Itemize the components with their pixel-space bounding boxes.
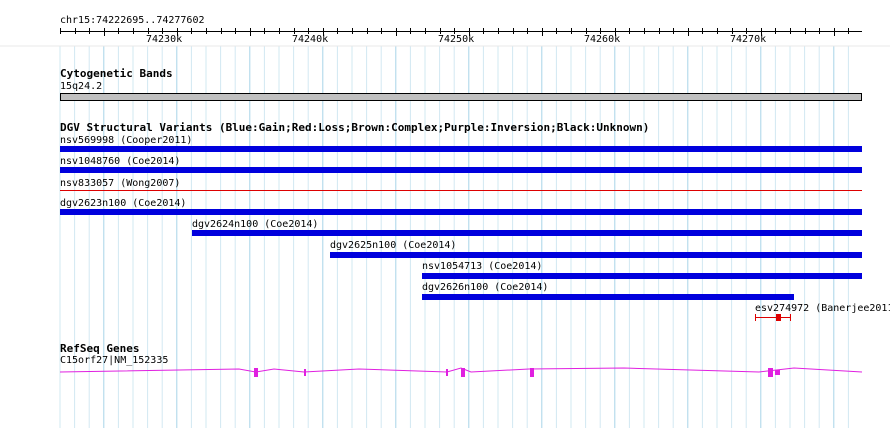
ruler-minor-tick bbox=[279, 28, 280, 34]
dgv-loss-feature[interactable] bbox=[755, 313, 791, 321]
dgv-feature-bar[interactable] bbox=[60, 167, 862, 173]
gene-exon bbox=[775, 370, 780, 375]
ruler-minor-tick bbox=[717, 28, 718, 34]
ruler-minor-tick bbox=[206, 28, 207, 34]
ruler-tick-74230k: 74230k bbox=[146, 34, 183, 45]
gene-exon bbox=[768, 368, 773, 377]
ruler-minor-tick bbox=[118, 28, 120, 34]
loss-feature-block bbox=[776, 314, 781, 321]
ruler-track[interactable]: 74230k 74240k 74250k 74260k 74270k bbox=[60, 28, 862, 45]
dgv-feature-bar[interactable] bbox=[422, 294, 794, 300]
ruler-minor-tick bbox=[74, 28, 76, 34]
dgv-feature-bar[interactable] bbox=[60, 146, 862, 152]
ruler-minor-tick bbox=[483, 28, 485, 34]
dgv-feature-bar[interactable] bbox=[330, 252, 862, 258]
ruler-tick-74240k: 74240k bbox=[292, 34, 329, 45]
ruler-minor-tick bbox=[804, 28, 806, 34]
ruler-tick-74270k: 74270k bbox=[730, 34, 767, 45]
loss-feature-cap-end bbox=[790, 314, 791, 321]
ruler-minor-tick bbox=[60, 28, 61, 34]
ruler-minor-tick bbox=[527, 28, 529, 34]
ruler-minor-tick bbox=[235, 28, 237, 34]
dgv-feature-label: dgv2626n100 (Coe2014) bbox=[422, 282, 549, 293]
ruler-minor-tick bbox=[410, 28, 412, 34]
dgv-track-title: DGV Structural Variants (Blue:Gain;Red:L… bbox=[60, 121, 650, 134]
cytoband-track-title: Cytogenetic Bands bbox=[60, 67, 173, 80]
ruler-minor-tick bbox=[658, 28, 660, 34]
ruler-minor-tick bbox=[673, 28, 675, 34]
ruler-minor-tick bbox=[337, 28, 339, 34]
dgv-feature-bar[interactable] bbox=[422, 273, 862, 279]
dgv-feature-bar[interactable] bbox=[60, 209, 862, 215]
ruler-minor-tick bbox=[541, 28, 543, 36]
genome-browser-view: chr15:74222695..74277602 74230k 74240k 7… bbox=[0, 0, 890, 428]
ruler-minor-tick bbox=[381, 28, 383, 34]
gene-exon bbox=[530, 368, 534, 377]
ruler-minor-tick bbox=[395, 28, 397, 36]
ruler-tick-74260k: 74260k bbox=[584, 34, 621, 45]
refseq-gene-model[interactable] bbox=[59, 366, 863, 380]
ruler-minor-tick bbox=[498, 28, 499, 34]
ruler-minor-tick bbox=[775, 28, 777, 34]
ruler-minor-tick bbox=[629, 28, 631, 34]
dgv-feature-label: nsv833057 (Wong2007) bbox=[60, 178, 181, 189]
ruler-minor-tick bbox=[249, 28, 251, 36]
ruler-minor-tick bbox=[702, 28, 704, 34]
ruler-minor-tick bbox=[220, 28, 222, 34]
dgv-feature-label: dgv2625n100 (Coe2014) bbox=[330, 240, 457, 251]
ruler-minor-tick bbox=[133, 28, 134, 34]
ruler-minor-tick bbox=[264, 28, 266, 34]
loss-feature-cap-start bbox=[755, 314, 756, 321]
ruler-minor-tick bbox=[103, 28, 105, 36]
ruler-minor-tick bbox=[571, 28, 572, 34]
dgv-feature-label: nsv1054713 (Coe2014) bbox=[422, 261, 543, 272]
ruler-line bbox=[60, 31, 862, 32]
ruler-tick-74250k: 74250k bbox=[438, 34, 475, 45]
ruler-minor-tick bbox=[425, 28, 426, 34]
dgv-feature-bar[interactable] bbox=[192, 230, 862, 236]
ruler-minor-tick bbox=[366, 28, 368, 34]
gene-exon bbox=[254, 368, 258, 377]
dgv-feature-bar[interactable] bbox=[60, 190, 862, 191]
ruler-minor-tick bbox=[89, 28, 91, 34]
ruler-minor-tick bbox=[512, 28, 514, 34]
location-label: chr15:74222695..74277602 bbox=[60, 15, 205, 26]
ruler-minor-tick bbox=[644, 28, 645, 34]
ruler-minor-tick bbox=[352, 28, 353, 34]
loss-feature-line bbox=[755, 317, 791, 318]
ruler-minor-tick bbox=[790, 28, 791, 34]
cytoband-label: 15q24.2 bbox=[60, 81, 103, 92]
cytoband-bar[interactable] bbox=[60, 93, 862, 101]
refseq-track-title: RefSeq Genes bbox=[60, 342, 140, 355]
gene-exon bbox=[446, 369, 448, 376]
ruler-minor-tick bbox=[833, 28, 835, 36]
ruler-minor-tick bbox=[556, 28, 558, 34]
ruler-minor-tick bbox=[848, 28, 850, 34]
ruler-minor-tick bbox=[687, 28, 689, 36]
gene-exon bbox=[461, 368, 465, 377]
ruler-minor-tick bbox=[191, 28, 193, 34]
gene-exon bbox=[304, 369, 306, 376]
ruler-minor-tick bbox=[819, 28, 821, 34]
